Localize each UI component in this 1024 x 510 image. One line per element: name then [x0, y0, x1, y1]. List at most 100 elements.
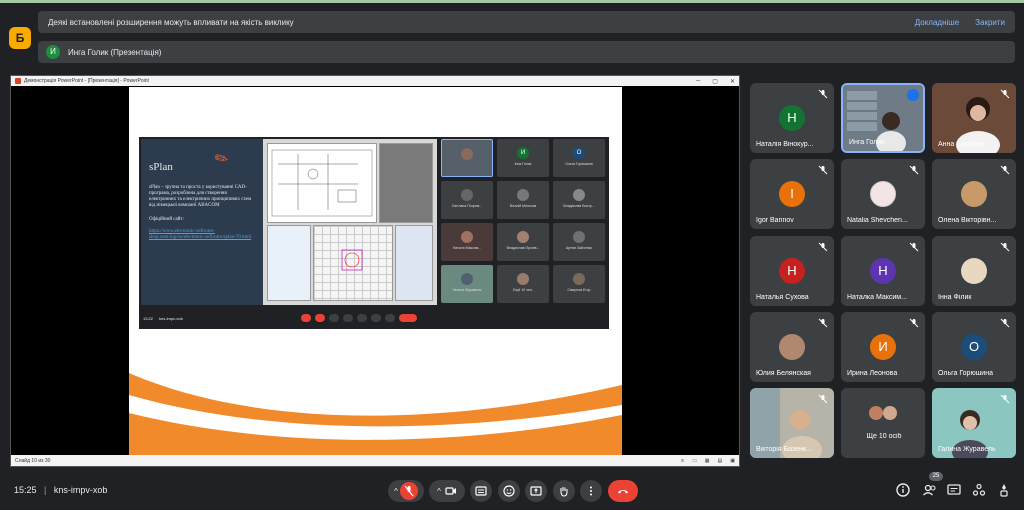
inner-cam-button — [314, 314, 325, 322]
inner-emoji-button — [342, 314, 353, 322]
participant-tile[interactable]: I Igor Barinov — [750, 159, 834, 229]
participant-name: Инга Голик — [849, 139, 885, 146]
banner-text: Деякі встановлені розширення можуть впли… — [48, 17, 294, 27]
meeting-controls-bar: 15:25 | kns-impv-xob ^ ^ — [0, 476, 1024, 506]
inner-tile-name: Світлана Погрем... — [451, 204, 483, 208]
participant-name: Наталья Сухова — [756, 294, 809, 301]
cad-grid-area — [313, 225, 393, 301]
more-avatar-1 — [869, 406, 883, 420]
splan-heading: sPlan — [149, 161, 173, 173]
participant-tile[interactable]: Natalia Shevchen... — [841, 159, 925, 229]
splan-panel: ✎ sPlan sPlan – зручна та проста у корис… — [141, 139, 263, 305]
participant-tile[interactable]: Анна Сидорук — [932, 83, 1016, 153]
splan-description: sPlan – зручна та проста у користуванні … — [149, 185, 252, 208]
inner-tile: Віталій Мельник — [497, 181, 549, 219]
close-icon: ✕ — [729, 78, 735, 85]
participant-avatar: Н — [870, 258, 896, 284]
minimize-icon: ─ — [696, 77, 701, 84]
chat-icon[interactable] — [946, 482, 962, 498]
people-icon[interactable] — [922, 482, 938, 498]
participant-tile[interactable]: Інна Філик — [932, 236, 1016, 306]
inner-tile-name: Смирнов Егор — [567, 288, 591, 292]
notes-icon: ≡ — [681, 457, 685, 464]
presentation-label: Инга Голик (Презентація) — [68, 47, 162, 57]
inner-avatar — [573, 273, 585, 285]
captions-button[interactable] — [470, 480, 492, 502]
inner-tile: Смирнов Егор — [553, 265, 605, 303]
presenter-avatar: И — [46, 45, 60, 59]
participant-name: Вікторія Базенк... — [756, 446, 812, 453]
inner-avatar — [517, 273, 529, 285]
participant-tile[interactable]: Н Наталья Сухова — [750, 236, 834, 306]
mic-off-icon — [1000, 165, 1010, 175]
participant-avatar: Н — [779, 258, 805, 284]
chevron-up-icon[interactable]: ^ — [437, 487, 441, 496]
inner-code: kns-impv-xob — [159, 315, 183, 321]
participant-tile[interactable]: Олена Вікторівн... — [932, 159, 1016, 229]
inner-participant-tiles: И Інна Голик О Ольга Горюшина Світлана Пог… — [441, 139, 609, 305]
presentation-bar[interactable]: И Инга Голик (Презентація) — [38, 41, 1015, 63]
captions-icon — [475, 486, 487, 496]
inner-present-button — [356, 314, 367, 322]
more-participants-tile[interactable]: Ще 10 осіб — [841, 388, 925, 458]
ppt-statusbar: Слайд 10 из 30 ≡ ▭ ▦ ▤ ▣ — [11, 455, 739, 466]
emoji-button[interactable] — [498, 480, 520, 502]
orange-wave-decoration — [129, 373, 622, 455]
mic-off-button[interactable] — [399, 482, 418, 500]
participant-name: Анна Сидорук — [938, 141, 984, 148]
mic-off-icon — [909, 318, 919, 328]
participant-tile[interactable]: И Ирина Леонова — [841, 312, 925, 382]
participant-tile[interactable]: Н Наталія Вінокур... — [750, 83, 834, 153]
inner-meet-toolbar: 13:22 kns-impv-xob — [139, 309, 609, 327]
inner-cc-button — [328, 314, 339, 322]
participant-avatar: I — [779, 181, 805, 207]
participant-tile[interactable]: Н Наталка Максим... — [841, 236, 925, 306]
people-count-badge: 25 — [929, 472, 943, 481]
host-controls-icon[interactable] — [996, 482, 1012, 498]
participant-name: Олена Вікторівн... — [938, 217, 997, 224]
participant-photo-avatar — [779, 334, 805, 360]
mic-control[interactable]: ^ — [388, 480, 424, 502]
ppt-titlebar: Демонстрація PowerPoint - [Презентація] … — [11, 76, 739, 86]
participant-name: Наталія Вінокур... — [756, 141, 814, 148]
inner-avatar — [461, 189, 473, 201]
present-button[interactable] — [525, 480, 547, 502]
meeting-code: kns-impv-xob — [53, 485, 108, 495]
ppt-window-title: Демонстрація PowerPoint - [Презентація] … — [24, 78, 149, 84]
banner-more-link[interactable]: Докладніше — [915, 18, 959, 27]
inner-tile: Світлана Погрем... — [441, 181, 493, 219]
more-avatar-2 — [883, 406, 897, 420]
participant-tile[interactable]: Вікторія Базенк... — [750, 388, 834, 458]
camera-icon[interactable] — [445, 485, 457, 497]
inner-tile-name: Владислав Бистр... — [563, 204, 595, 208]
inner-mic-button — [300, 314, 311, 322]
inner-tile-name: Наталя Максим... — [452, 246, 482, 250]
participant-name: Natalia Shevchen... — [847, 217, 908, 224]
inner-meet-screenshot: ✎ sPlan sPlan – зручна та проста у корис… — [139, 137, 609, 329]
participant-photo-avatar — [961, 181, 987, 207]
slide-counter: Слайд 10 из 30 — [15, 457, 51, 464]
camera-control[interactable]: ^ — [429, 480, 465, 502]
participant-tile[interactable]: Юлия Белянская — [750, 312, 834, 382]
inner-tile: Ещё 10 чел. — [497, 265, 549, 303]
info-icon[interactable] — [895, 482, 911, 498]
more-options-button[interactable] — [580, 480, 602, 502]
leave-call-button[interactable] — [608, 480, 638, 502]
participant-photo-avatar — [870, 181, 896, 207]
mic-off-icon — [404, 485, 414, 497]
shared-screen: Демонстрація PowerPoint - [Презентація] … — [10, 75, 740, 467]
cad-window-2 — [379, 143, 433, 223]
activities-icon[interactable] — [971, 482, 987, 498]
participant-name: Ольга Горюшина — [938, 370, 993, 377]
participant-tile[interactable]: Галина Журавель — [932, 388, 1016, 458]
participant-tile[interactable]: О Ольга Горюшина — [932, 312, 1016, 382]
chevron-up-icon[interactable]: ^ — [394, 487, 398, 496]
inner-avatar: О — [573, 147, 585, 159]
app-badge[interactable]: Б — [9, 27, 31, 49]
mic-off-icon — [818, 165, 828, 175]
participant-tile[interactable]: Инга Голик — [841, 83, 925, 153]
raise-hand-button[interactable] — [553, 480, 575, 502]
banner-close-link[interactable]: Закрити — [975, 18, 1005, 27]
inner-avatar — [461, 273, 473, 285]
inner-avatar: И — [517, 147, 529, 159]
